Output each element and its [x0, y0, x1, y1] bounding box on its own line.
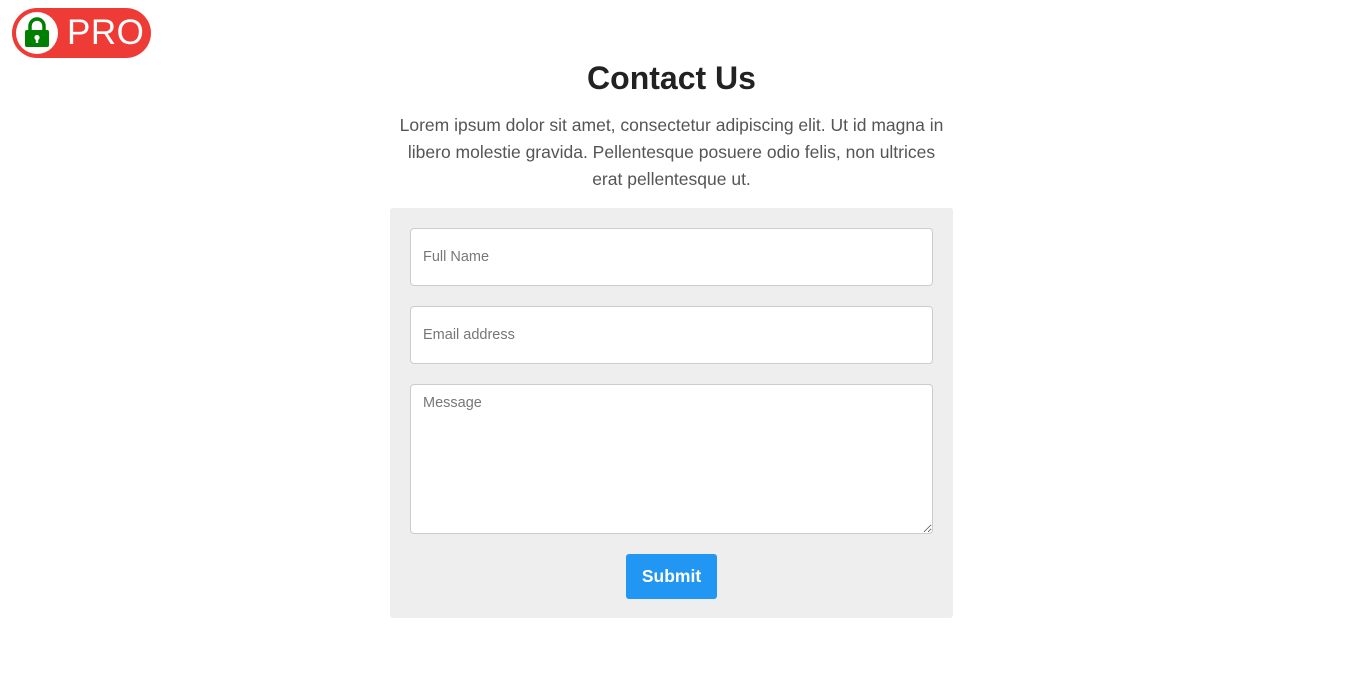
email-input[interactable]	[410, 306, 933, 364]
pro-label: PRO	[67, 13, 145, 52]
full-name-input[interactable]	[410, 228, 933, 286]
lock-icon	[16, 12, 58, 54]
page-title: Contact Us	[587, 60, 756, 96]
pro-badge[interactable]: PRO	[12, 8, 151, 58]
contact-form: Submit	[390, 208, 953, 618]
submit-button[interactable]: Submit	[626, 554, 717, 599]
message-textarea[interactable]	[410, 384, 933, 534]
intro-text: Lorem ipsum dolor sit amet, consectetur …	[399, 115, 944, 189]
